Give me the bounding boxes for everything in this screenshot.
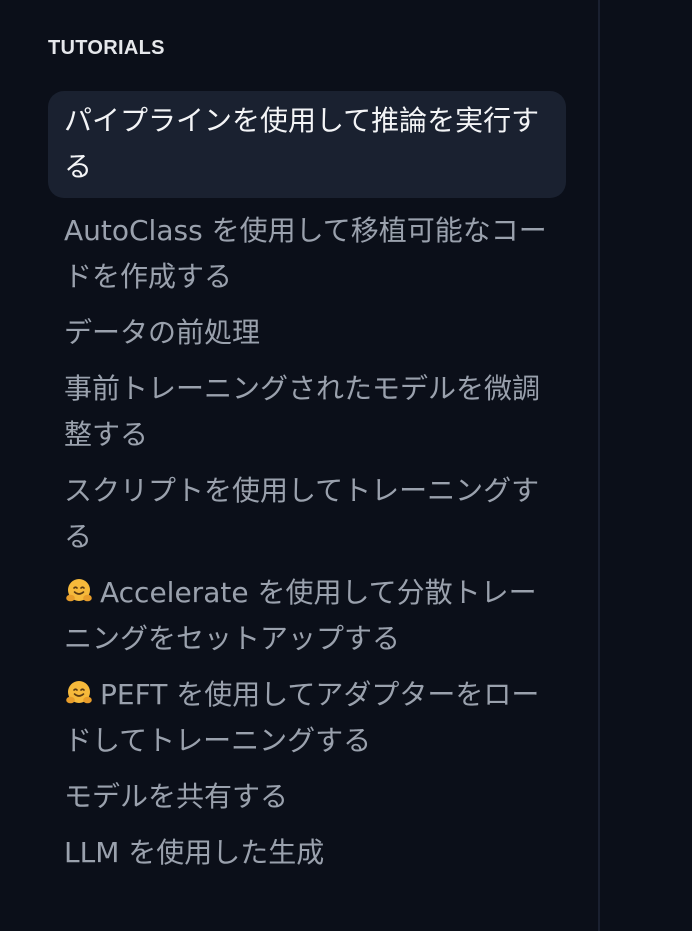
sidebar-item-label: パイプラインを使用して推論を実行する: [64, 104, 540, 183]
sidebar-item-training-script[interactable]: スクリプトを使用してトレーニングする: [48, 463, 566, 565]
sidebar-item-llm-generation[interactable]: LLM を使用した生成: [48, 825, 566, 881]
content-area: [600, 0, 692, 931]
sidebar-nav: TUTORIALS パイプラインを使用して推論を実行する AutoClass を…: [0, 0, 598, 931]
hugging-face-emoji-icon: [64, 676, 94, 706]
tutorials-list: パイプラインを使用して推論を実行する AutoClass を使用して移植可能なコ…: [48, 91, 566, 881]
sidebar-item-share-model[interactable]: モデルを共有する: [48, 769, 566, 825]
sidebar-item-label: スクリプトを使用してトレーニングする: [64, 474, 540, 553]
sidebar-item-preprocessing[interactable]: データの前処理: [48, 305, 566, 361]
sidebar-item-label: モデルを共有する: [64, 780, 289, 813]
sidebar-item-autoclass[interactable]: AutoClass を使用して移植可能なコードを作成する: [48, 203, 566, 305]
hugging-face-emoji-icon: [64, 574, 94, 604]
sidebar-item-fine-tune[interactable]: 事前トレーニングされたモデルを微調整する: [48, 361, 566, 463]
sidebar-item-label: AutoClass を使用して移植可能なコードを作成する: [64, 214, 547, 293]
section-title-tutorials: TUTORIALS: [48, 37, 165, 59]
sidebar-item-label: データの前処理: [64, 316, 261, 349]
sidebar-item-label: 事前トレーニングされたモデルを微調整する: [64, 372, 541, 451]
sidebar-item-pipeline-inference[interactable]: パイプラインを使用して推論を実行する: [48, 91, 566, 198]
sidebar-item-label: LLM を使用した生成: [64, 836, 325, 869]
sidebar-item-label: Accelerate を使用して分散トレーニングをセットアップする: [64, 576, 537, 655]
sidebar-item-label: PEFT を使用してアダプターをロードしてトレーニングする: [64, 678, 540, 757]
sidebar-item-peft[interactable]: PEFT を使用してアダプターをロードしてトレーニングする: [48, 667, 566, 769]
sidebar-item-accelerate[interactable]: Accelerate を使用して分散トレーニングをセットアップする: [48, 565, 566, 667]
